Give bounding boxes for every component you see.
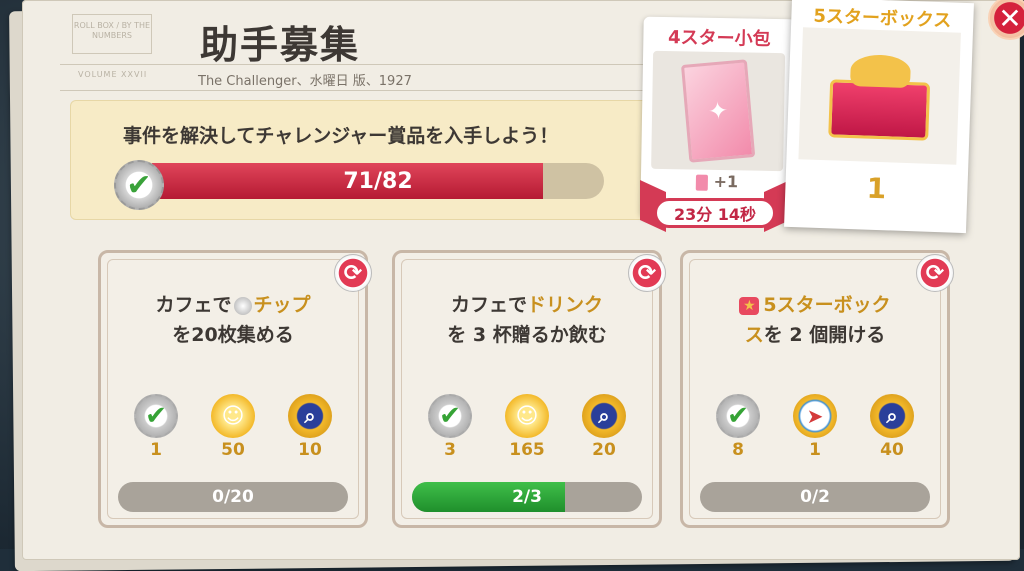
task-card: ⟳ カフェで チップ を20枚集める ✔ 1 ☺ 50 ⌕ 10 0/20 bbox=[98, 250, 372, 528]
compass-icon: ➤ bbox=[793, 394, 837, 438]
volume-label: VOLUME XXVII bbox=[78, 70, 148, 79]
task-desc-pre: カフェで bbox=[155, 294, 232, 316]
banner-text: 事件を解決してチャレンジャー賞品を入手しよう！ bbox=[123, 125, 559, 147]
task-description: ★ 5スターボック スを 2 個開ける bbox=[700, 290, 930, 350]
coin-icon: ☺ bbox=[211, 394, 255, 438]
card-pack-icon: ✦ bbox=[680, 59, 756, 163]
task-desc-highlight: チップ bbox=[253, 294, 311, 316]
reward-value: 8 bbox=[732, 440, 744, 460]
reward-item: ✔ 3 bbox=[422, 394, 478, 460]
task-rewards: ✔ 1 ☺ 50 ⌕ 10 bbox=[128, 394, 338, 460]
refresh-button[interactable]: ⟳ bbox=[628, 254, 666, 292]
timer-label: 23分 14秒 bbox=[654, 198, 776, 228]
task-desc-highlight-2: ス bbox=[744, 324, 764, 346]
refresh-button[interactable]: ⟳ bbox=[916, 254, 954, 292]
stamp-text: ROLL BOX / BY THE NUMBERS bbox=[73, 21, 151, 40]
reward-value: 3 bbox=[444, 440, 456, 460]
task-description: カフェで チップ を20枚集める bbox=[118, 290, 348, 350]
reward-item: ☺ 165 bbox=[499, 394, 555, 460]
task-desc-post: を20枚集める bbox=[172, 324, 294, 346]
task-progress-text: 0/2 bbox=[800, 487, 830, 507]
refresh-button[interactable]: ⟳ bbox=[334, 254, 372, 292]
task-progress-text: 2/3 bbox=[512, 487, 542, 507]
coin-icon: ☺ bbox=[505, 394, 549, 438]
task-desc-post: を 3 杯贈るか飲む bbox=[447, 324, 607, 346]
magnifier-badge-icon: ⌕ bbox=[582, 394, 626, 438]
reward-item: ✔ 8 bbox=[710, 394, 766, 460]
card-icon bbox=[695, 174, 708, 191]
magnifier-badge-icon: ⌕ bbox=[288, 394, 332, 438]
prize-timer: 23分 14秒 bbox=[640, 179, 790, 233]
task-desc-highlight: 5スターボック bbox=[763, 294, 891, 316]
check-badge-icon: ✔ bbox=[716, 394, 760, 438]
newspaper-stamp: ROLL BOX / BY THE NUMBERS bbox=[72, 14, 152, 54]
reward-item: ☺ 50 bbox=[205, 394, 261, 460]
task-card: ⟳ カフェでドリンク を 3 杯贈るか飲む ✔ 3 ☺ 165 ⌕ 20 2/3 bbox=[392, 250, 666, 528]
task-card: ⟳ ★ 5スターボック スを 2 個開ける ✔ 8 ➤ 1 ⌕ 40 0/2 bbox=[680, 250, 954, 528]
task-desc-post: を 2 個開ける bbox=[763, 324, 886, 346]
reward-item: ✔ 1 bbox=[128, 394, 184, 460]
task-progress-bar: 0/20 bbox=[118, 482, 348, 512]
reward-item: ⌕ 10 bbox=[282, 394, 338, 460]
chip-icon bbox=[233, 296, 252, 315]
gift-box-bow bbox=[849, 53, 912, 89]
challenge-progress-text: 71/82 bbox=[343, 168, 413, 194]
task-progress-bar: 2/3 bbox=[412, 482, 642, 512]
reward-value: 50 bbox=[221, 440, 245, 460]
prize-4star-title: 4スター小包 bbox=[667, 27, 771, 50]
task-rewards: ✔ 8 ➤ 1 ⌕ 40 bbox=[710, 394, 920, 460]
prize-4star-image: ✦ bbox=[651, 50, 786, 172]
check-badge-icon: ✔ bbox=[134, 394, 178, 438]
task-progress-text: 0/20 bbox=[212, 487, 254, 507]
prize-card-5star[interactable]: 5スターボックス 1 bbox=[784, 0, 974, 234]
gift-box-body bbox=[828, 79, 931, 141]
task-rewards: ✔ 3 ☺ 165 ⌕ 20 bbox=[422, 394, 632, 460]
task-progress-bar: 0/2 bbox=[700, 482, 930, 512]
reward-value: 1 bbox=[809, 440, 821, 460]
prize-4star-count-label: +1 bbox=[713, 171, 739, 192]
check-badge-icon: ✔ bbox=[114, 160, 164, 210]
task-desc-highlight: ドリンク bbox=[527, 294, 604, 316]
reward-value: 20 bbox=[592, 440, 616, 460]
task-description: カフェでドリンク を 3 杯贈るか飲む bbox=[412, 290, 642, 350]
page-subtitle: The Challenger、水曜日 版、1927 bbox=[198, 74, 412, 89]
prize-5star-image bbox=[798, 27, 961, 165]
task-desc-pre: カフェで bbox=[450, 294, 527, 316]
reward-item: ⌕ 40 bbox=[864, 394, 920, 460]
reward-value: 1 bbox=[150, 440, 162, 460]
check-badge-icon: ✔ bbox=[428, 394, 472, 438]
prize-5star-count: 1 bbox=[866, 171, 887, 206]
reward-value: 40 bbox=[880, 440, 904, 460]
reward-value: 165 bbox=[509, 440, 545, 460]
gift-box-icon bbox=[818, 49, 941, 143]
magnifier-badge-icon: ⌕ bbox=[870, 394, 914, 438]
star-box-icon: ★ bbox=[739, 296, 760, 315]
reward-item: ⌕ 20 bbox=[576, 394, 632, 460]
challenge-progress-bar: 71/82 bbox=[152, 163, 604, 199]
reward-value: 10 bbox=[298, 440, 322, 460]
page-title: 助手募集 bbox=[200, 23, 361, 67]
reward-item: ➤ 1 bbox=[787, 394, 843, 460]
